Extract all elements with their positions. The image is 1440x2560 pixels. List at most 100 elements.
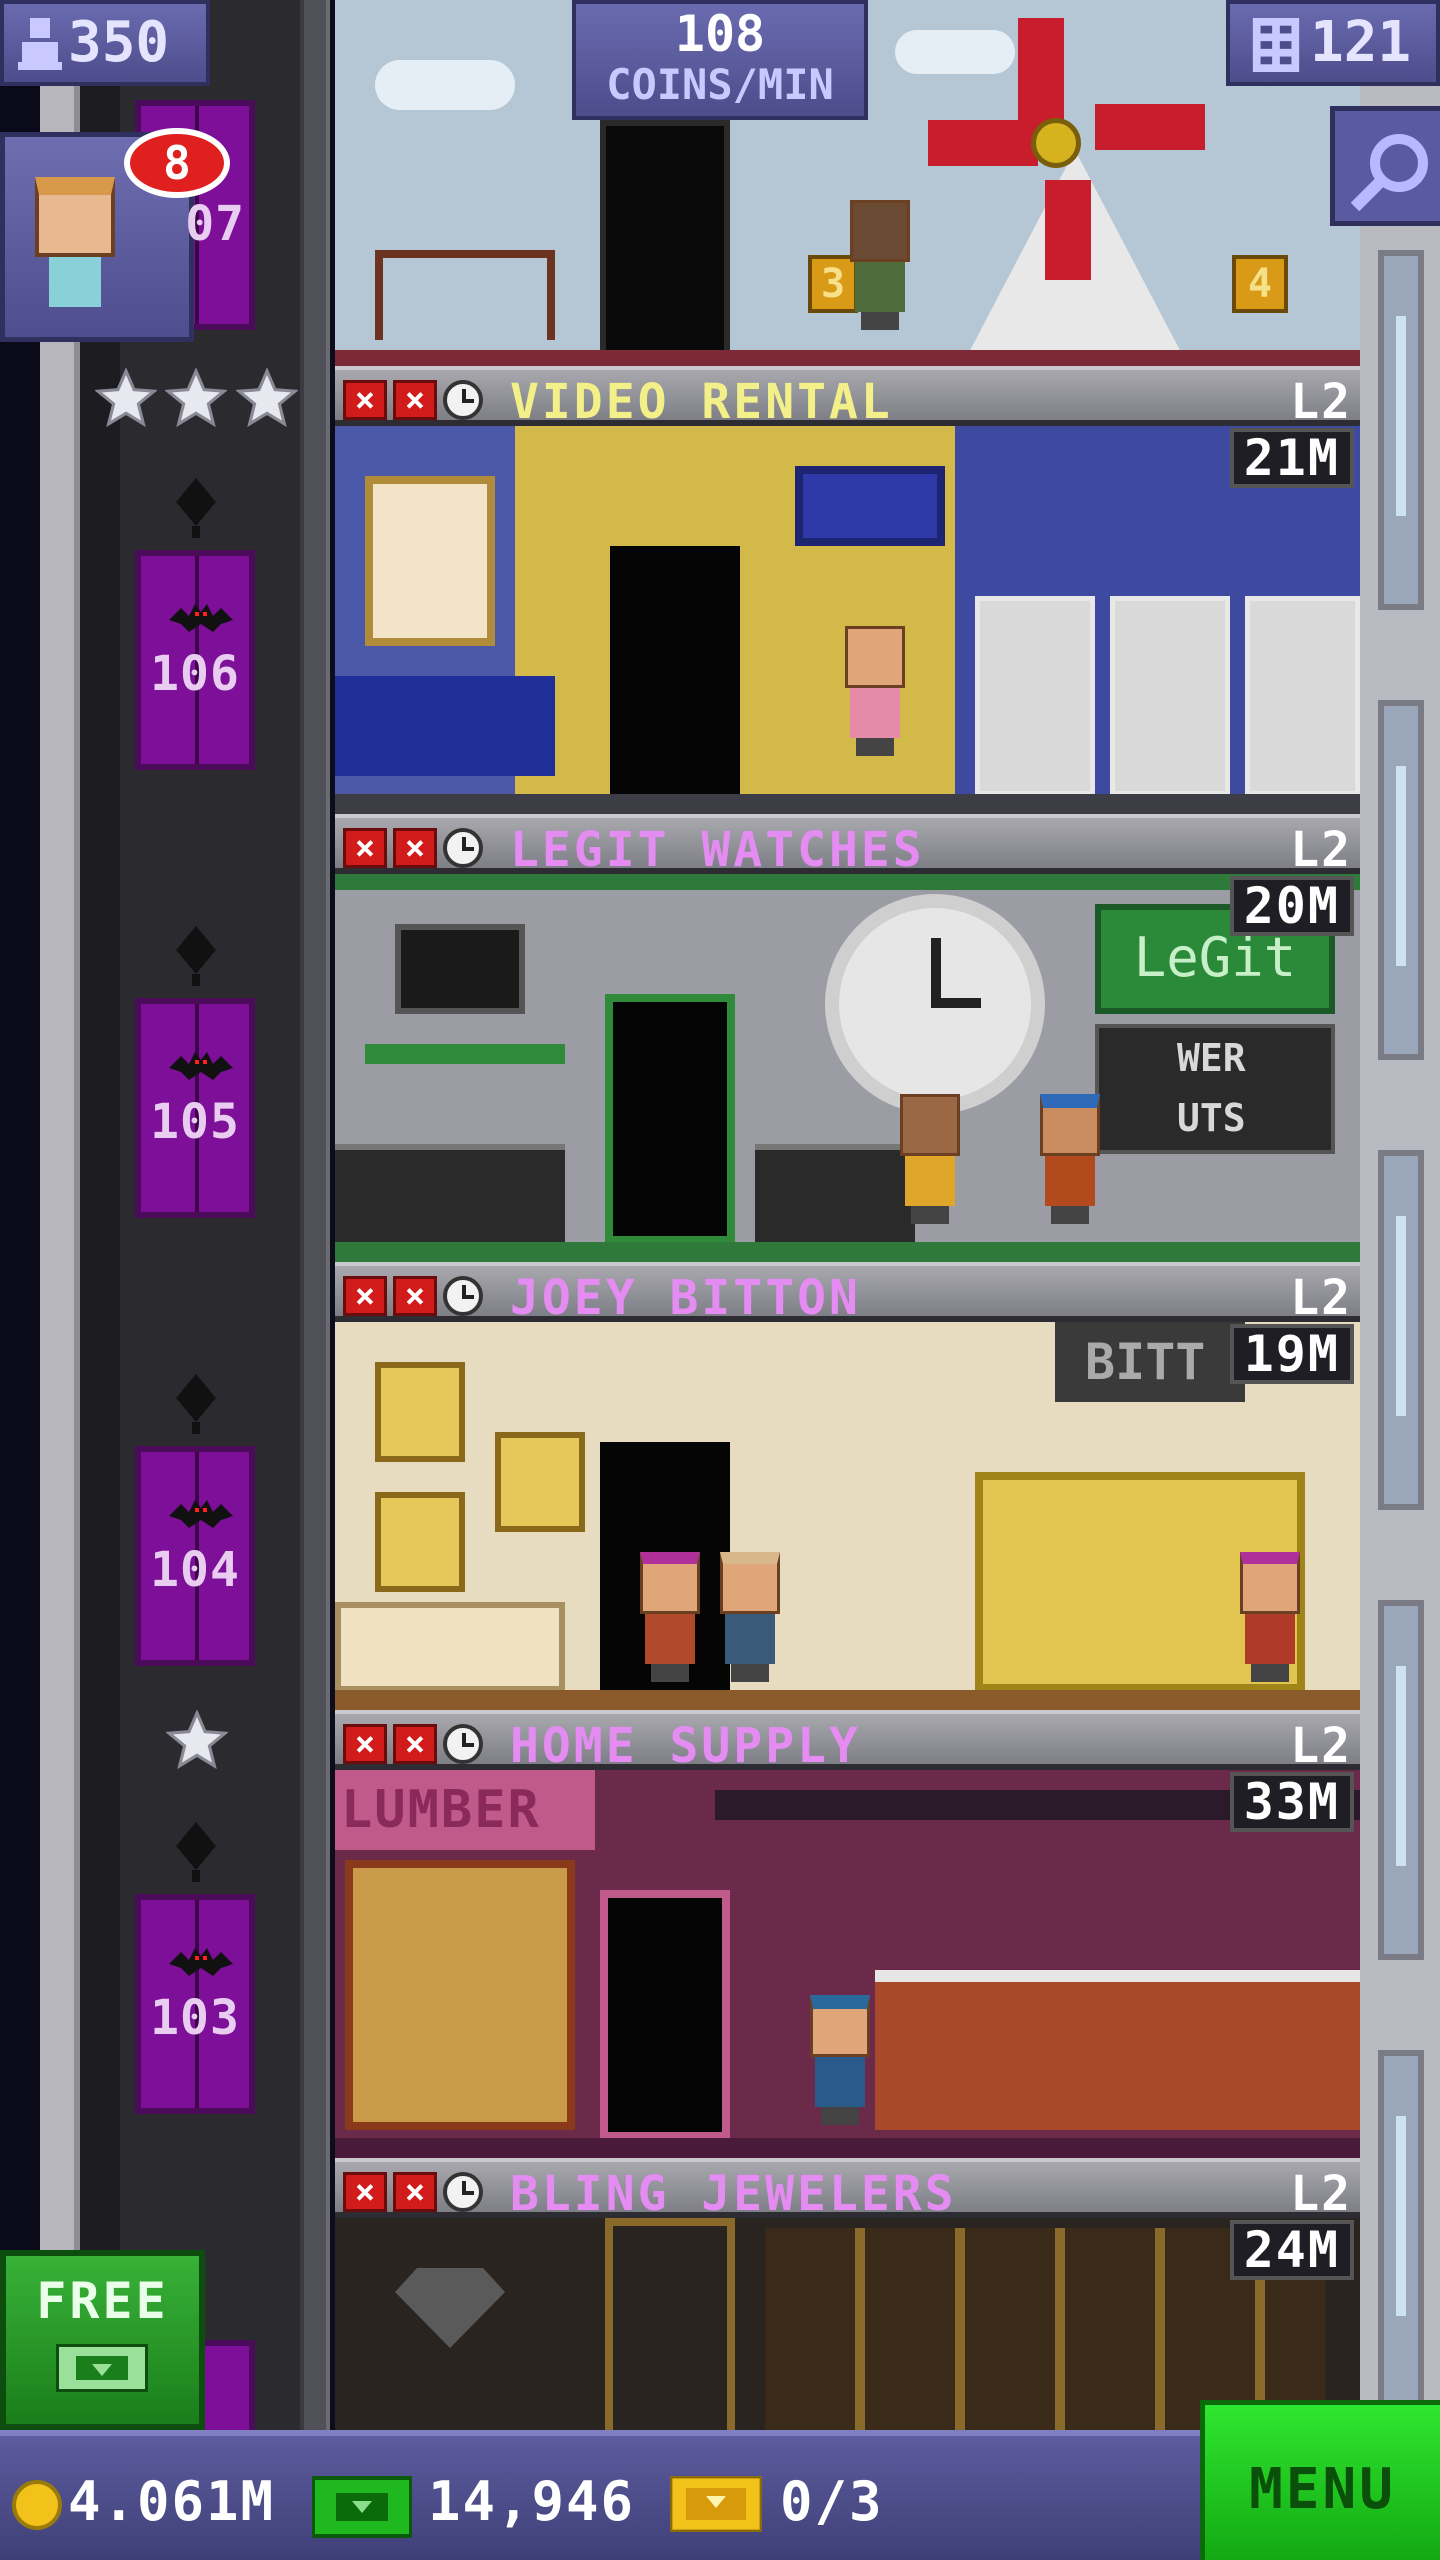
elevator-door[interactable]: 105 — [135, 998, 255, 1218]
out-of-stock-icon: × — [343, 1276, 387, 1316]
tickets-value: 0/3 — [780, 2470, 884, 2533]
clock-icon — [443, 1276, 483, 1316]
star-icon — [236, 368, 298, 428]
clock-icon — [443, 1724, 483, 1764]
bitizen[interactable] — [715, 1552, 785, 1682]
search-button[interactable] — [1330, 106, 1440, 226]
elevator-lamp-icon — [176, 926, 216, 986]
display-table — [335, 1602, 565, 1692]
bitizen[interactable] — [1035, 1094, 1105, 1224]
avatar — [35, 177, 115, 257]
floor-count-value: 121 — [1310, 10, 1412, 75]
promo-sign: WER UTS — [1095, 1024, 1335, 1154]
out-of-stock-icon: × — [343, 380, 387, 420]
floor-level: L2 — [1290, 1270, 1352, 1326]
restock-timer: 21M — [1229, 428, 1354, 488]
roof-door — [600, 120, 730, 356]
picture-frame — [375, 1362, 465, 1462]
diamond-logo — [395, 2268, 505, 2348]
room-interior — [335, 426, 1360, 814]
floor-level: L2 — [1290, 374, 1352, 430]
floor-name: BLING JEWELERS — [510, 2166, 957, 2222]
population-value: 350 — [68, 10, 170, 75]
windmill-hub — [1031, 118, 1081, 168]
out-of-stock-icon: × — [393, 1276, 437, 1316]
roof-ledge — [335, 350, 1360, 366]
window — [1378, 1150, 1424, 1510]
floor-name: JOEY BITTON — [510, 1270, 861, 1326]
notification-badge[interactable]: 8 — [124, 128, 230, 198]
star-icon — [165, 368, 227, 428]
floor-joey-bitton[interactable]: × × JOEY BITTON L2 19M BITT — [335, 1262, 1360, 1710]
cloud — [375, 60, 515, 110]
bitizen[interactable] — [805, 1995, 875, 2125]
restock-timer: 24M — [1229, 2220, 1354, 2280]
elevator-lamp-icon — [176, 1822, 216, 1882]
floor-status-icons: × × — [343, 1724, 483, 1764]
giant-clock — [825, 894, 1045, 1114]
tool-counter — [875, 1970, 1360, 2130]
windmill-blade — [1045, 180, 1091, 280]
free-label: FREE — [36, 2272, 169, 2330]
tower-pillar — [40, 0, 80, 2450]
brand-sign: BITT — [1055, 1322, 1245, 1402]
room-interior: LUMBER — [335, 1770, 1360, 2158]
floor-home-supply[interactable]: × × HOME SUPPLY L2 33M LUMBER — [335, 1710, 1360, 2158]
floor-name: LEGIT WATCHES — [510, 822, 925, 878]
window — [1378, 2050, 1424, 2410]
bitizen[interactable] — [895, 1094, 965, 1224]
free-bux-button[interactable]: FREE — [0, 2250, 205, 2430]
bat-icon — [169, 1052, 233, 1080]
elevator-floor-number: 106 — [150, 646, 240, 702]
clock-icon — [443, 380, 483, 420]
promo-sign-line: UTS — [1177, 1096, 1246, 1140]
elevator-door[interactable]: 104 — [135, 1446, 255, 1666]
coin-icon — [12, 2480, 62, 2530]
windmill-blade — [1018, 18, 1064, 128]
floor-bling-jewelers[interactable]: × × BLING JEWELERS L2 24M — [335, 2158, 1360, 2430]
elevator-floor-number: 103 — [150, 1990, 240, 2046]
elevator-lamp-icon — [176, 478, 216, 538]
floor-video-rental[interactable]: × × VIDEO RENTAL L2 21M — [335, 366, 1360, 814]
out-of-stock-icon: × — [393, 1724, 437, 1764]
bitizen[interactable] — [845, 200, 915, 330]
elevator-door[interactable]: 106 — [135, 550, 255, 770]
bitizen[interactable] — [635, 1552, 705, 1682]
floor-level: L2 — [1290, 822, 1352, 878]
menu-button[interactable]: MENU — [1200, 2400, 1440, 2560]
elevator-floor-number: 104 — [150, 1542, 240, 1598]
coins-per-min-value: 108 — [674, 5, 766, 63]
windmill-blade — [928, 120, 1038, 166]
bat-icon — [169, 604, 233, 632]
elevator-door[interactable]: 103 — [135, 1894, 255, 2114]
elevator-floor-number: 105 — [150, 1094, 240, 1150]
floor-status-icons: × × — [343, 2172, 483, 2212]
coins-per-min-panel: 108 COINS/MIN — [572, 0, 868, 120]
star-icon — [166, 1710, 228, 1770]
bitizen[interactable] — [840, 626, 910, 756]
floor-counter[interactable]: 121 — [1226, 0, 1440, 86]
population-counter[interactable]: 350 — [0, 0, 210, 86]
shop-door — [610, 546, 740, 796]
floor-status-icons: × × — [343, 1276, 483, 1316]
floor-header: × × VIDEO RENTAL L2 — [335, 366, 1360, 430]
out-of-stock-icon: × — [343, 828, 387, 868]
roof-bench — [375, 250, 555, 340]
out-of-stock-icon: × — [393, 2172, 437, 2212]
floor-level: L2 — [1290, 1718, 1352, 1774]
ticket-sign — [795, 466, 945, 546]
floor-legit-watches[interactable]: × × LEGIT WATCHES L2 20M LeGit WER UTS — [335, 814, 1360, 1262]
floor-status-icons: × × — [343, 828, 483, 868]
bitizen[interactable] — [1235, 1552, 1305, 1682]
ticket-icon — [670, 2476, 762, 2532]
lumber-sign: LUMBER — [335, 1770, 595, 1850]
picture-frame — [495, 1432, 585, 1532]
shop-door — [605, 994, 735, 1244]
magnifier-icon — [1351, 134, 1428, 211]
bux-value: 14,946 — [428, 2470, 636, 2533]
space-background — [0, 0, 40, 2560]
lumber-rack — [345, 1860, 575, 2130]
coins-per-min-label: COINS/MIN — [606, 60, 834, 109]
out-of-stock-icon: × — [393, 380, 437, 420]
floor-header: × × HOME SUPPLY L2 — [335, 1710, 1360, 1774]
